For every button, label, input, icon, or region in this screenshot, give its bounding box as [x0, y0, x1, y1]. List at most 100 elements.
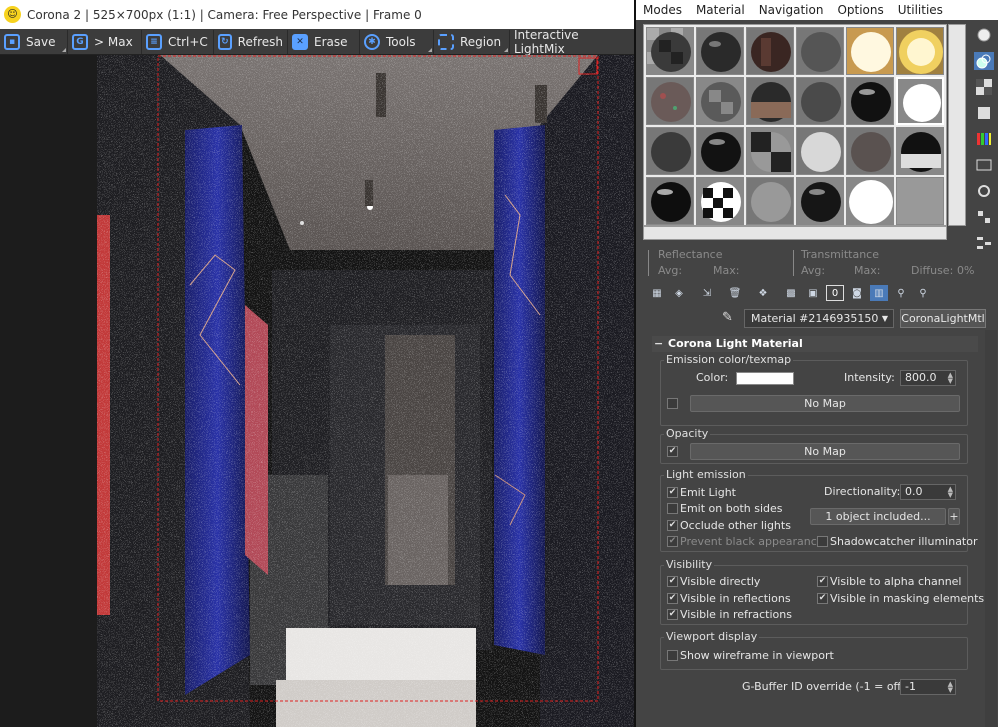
- material-slot[interactable]: [896, 127, 944, 175]
- shadowcatcher-checkbox[interactable]: [817, 536, 828, 547]
- options-gear-icon[interactable]: [974, 182, 994, 200]
- render-canvas[interactable]: [0, 55, 634, 727]
- material-id-channel-icon[interactable]: 0: [826, 285, 844, 301]
- menu-modes[interactable]: Modes: [636, 3, 689, 17]
- material-slot[interactable]: [646, 177, 694, 225]
- material-slot[interactable]: [796, 77, 844, 125]
- occlude-other-lights-checkbox[interactable]: ✔: [667, 520, 678, 531]
- menu-navigation[interactable]: Navigation: [752, 3, 831, 17]
- directionality-spinner[interactable]: 0.0 ▲ ▼: [900, 484, 956, 500]
- transmittance-label: Transmittance: [801, 248, 879, 261]
- region-label: Region: [460, 34, 502, 49]
- separator: [793, 250, 794, 276]
- material-slot[interactable]: [796, 27, 844, 75]
- material-slot[interactable]: [846, 177, 894, 225]
- region-select-icon: [438, 33, 454, 50]
- vfb-toolbar: ▪ Save G > Max ≡ Ctrl+C ↻ Refresh ✕ Eras…: [0, 28, 634, 56]
- menu-utilities[interactable]: Utilities: [891, 3, 950, 17]
- material-slot[interactable]: [796, 177, 844, 225]
- material-slot[interactable]: [646, 127, 694, 175]
- visible-alpha-label: Visible to alpha channel: [830, 575, 962, 588]
- sample-uv-tiling-icon[interactable]: [974, 104, 994, 122]
- emit-both-sides-checkbox[interactable]: [667, 503, 678, 514]
- visible-directly-checkbox[interactable]: ✔: [667, 576, 678, 587]
- pick-material-eyedropper-icon[interactable]: ✎: [722, 310, 733, 325]
- material-slot[interactable]: [896, 27, 944, 75]
- emission-map-checkbox[interactable]: [667, 398, 678, 409]
- background-checker-icon[interactable]: [974, 78, 994, 96]
- opacity-map-checkbox[interactable]: ✔: [667, 446, 678, 457]
- video-color-check-icon[interactable]: [974, 130, 994, 148]
- sample-type-sphere-icon[interactable]: [974, 26, 994, 44]
- visibility-group-label: Visibility: [664, 558, 715, 571]
- material-slot[interactable]: [646, 77, 694, 125]
- material-slot[interactable]: [696, 77, 744, 125]
- light-emission-group-label: Light emission: [664, 468, 748, 481]
- save-button[interactable]: ▪ Save: [0, 29, 68, 54]
- material-slot[interactable]: [796, 127, 844, 175]
- material-slot[interactable]: [696, 177, 744, 225]
- make-preview-icon[interactable]: [974, 156, 994, 174]
- app-root: ☺ Corona 2 | 525×700px (1:1) | Camera: F…: [0, 0, 998, 727]
- rollout-scrollbar[interactable]: [985, 330, 997, 727]
- emission-map-button[interactable]: No Map: [690, 395, 960, 412]
- material-slot-selected[interactable]: [896, 77, 944, 125]
- region-button[interactable]: Region: [434, 29, 510, 54]
- slots-vertical-scrollbar[interactable]: [948, 24, 966, 226]
- max-button[interactable]: G > Max: [68, 29, 142, 54]
- go-forward-to-sibling-icon[interactable]: ⚲: [914, 285, 932, 301]
- objects-included-button[interactable]: 1 object included...: [810, 508, 946, 525]
- gbuffer-spinner[interactable]: -1 ▲ ▼: [900, 679, 956, 695]
- emit-light-checkbox[interactable]: ✔: [667, 487, 678, 498]
- reset-map-icon[interactable]: 🗑: [726, 285, 744, 301]
- make-unique-icon[interactable]: ❖: [754, 285, 772, 301]
- material-slot[interactable]: [746, 77, 794, 125]
- erase-label: Erase: [314, 34, 348, 49]
- material-name-field[interactable]: Material #2146935150 ▼: [744, 309, 894, 328]
- copy-button[interactable]: ≡ Ctrl+C: [142, 29, 214, 54]
- put-to-scene-icon[interactable]: ◈: [670, 285, 688, 301]
- backlight-icon[interactable]: [974, 52, 994, 70]
- refresh-button[interactable]: ↻ Refresh: [214, 29, 288, 54]
- menu-material[interactable]: Material: [689, 3, 752, 17]
- tools-button[interactable]: ✱ Tools: [360, 29, 434, 54]
- intensity-spinner[interactable]: 800.0 ▲ ▼: [900, 370, 956, 386]
- add-object-button[interactable]: +: [948, 508, 960, 525]
- erase-button[interactable]: ✕ Erase: [288, 29, 360, 54]
- material-slot[interactable]: [746, 27, 794, 75]
- material-slot[interactable]: [846, 27, 894, 75]
- put-to-library-icon[interactable]: ▩: [782, 285, 800, 301]
- shadowcatcher-label: Shadowcatcher illuminator: [830, 535, 978, 548]
- go-to-parent-icon[interactable]: ⚲: [892, 285, 910, 301]
- material-slot[interactable]: [696, 127, 744, 175]
- gbuffer-label: G-Buffer ID override (-1 = off):: [742, 680, 910, 693]
- prevent-black-checkbox: ✔: [667, 536, 678, 547]
- corona-light-material-rollout-header[interactable]: − Corona Light Material: [652, 336, 978, 352]
- get-material-icon[interactable]: ▦: [648, 285, 666, 301]
- material-slot[interactable]: [746, 127, 794, 175]
- show-shaded-in-viewport-icon[interactable]: ◙: [848, 285, 866, 301]
- material-id-icon[interactable]: ▣: [804, 285, 822, 301]
- material-slot[interactable]: [646, 27, 694, 75]
- occlude-other-lights-label: Occlude other lights: [680, 519, 791, 532]
- material-slot[interactable]: [696, 27, 744, 75]
- opacity-map-button[interactable]: No Map: [690, 443, 960, 460]
- color-label: Color:: [696, 371, 729, 384]
- assign-to-selection-icon[interactable]: ⇲: [698, 285, 716, 301]
- visible-alpha-checkbox[interactable]: ✔: [817, 576, 828, 587]
- show-end-result-icon[interactable]: ▥: [870, 285, 888, 301]
- material-type-button[interactable]: CoronaLightMtl: [900, 309, 986, 328]
- show-wireframe-checkbox[interactable]: [667, 650, 678, 661]
- material-slot[interactable]: [746, 177, 794, 225]
- material-slot[interactable]: [896, 177, 944, 225]
- material-slot[interactable]: [846, 127, 894, 175]
- visible-refractions-checkbox[interactable]: ✔: [667, 609, 678, 620]
- material-slot[interactable]: [846, 77, 894, 125]
- visible-masking-checkbox[interactable]: ✔: [817, 593, 828, 604]
- interactive-lightmix-button[interactable]: Interactive LightMix: [510, 28, 630, 56]
- visible-reflections-checkbox[interactable]: ✔: [667, 593, 678, 604]
- emission-color-swatch[interactable]: [736, 372, 794, 385]
- menu-options[interactable]: Options: [830, 3, 890, 17]
- select-by-material-icon[interactable]: [974, 208, 994, 226]
- slots-horizontal-scrollbar[interactable]: [643, 226, 947, 240]
